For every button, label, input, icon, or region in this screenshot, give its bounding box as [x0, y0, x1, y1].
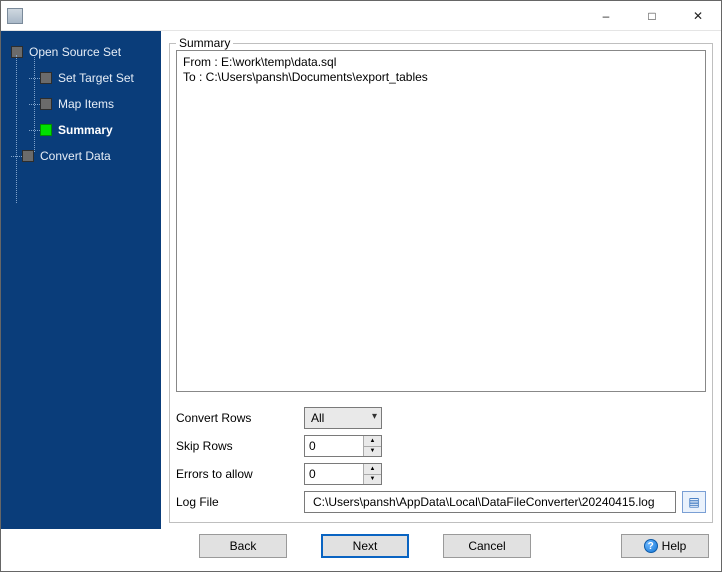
step-bullet-icon — [40, 98, 52, 110]
skip-rows-input[interactable] — [305, 436, 363, 456]
back-button[interactable]: Back — [199, 534, 287, 558]
log-file-label: Log File — [176, 495, 304, 509]
errors-allow-label: Errors to allow — [176, 467, 304, 481]
log-file-input[interactable] — [311, 494, 669, 510]
sidebar-item-map-items[interactable]: Map Items — [1, 91, 161, 117]
stepper-up-icon[interactable]: ▲ — [364, 464, 381, 475]
wizard-footer: Back Next Cancel ? Help — [1, 529, 721, 571]
sidebar-item-label: Set Target Set — [58, 71, 134, 85]
close-button[interactable]: ✕ — [675, 1, 721, 31]
convert-rows-value: All — [311, 411, 324, 425]
wizard-sidebar: Open Source Set Set Target Set Map Items… — [1, 31, 161, 529]
summary-textarea[interactable] — [176, 50, 706, 392]
sidebar-item-label: Open Source Set — [29, 45, 121, 59]
step-bullet-active-icon — [40, 124, 52, 136]
sidebar-item-label: Map Items — [58, 97, 114, 111]
sidebar-item-label: Convert Data — [40, 149, 111, 163]
convert-rows-select[interactable]: All ▾ — [304, 407, 382, 429]
convert-rows-label: Convert Rows — [176, 411, 304, 425]
maximize-button[interactable]: □ — [629, 1, 675, 31]
sidebar-item-open-source-set[interactable]: Open Source Set — [1, 39, 161, 65]
stepper-down-icon[interactable]: ▼ — [364, 475, 381, 485]
step-bullet-icon — [11, 46, 23, 58]
document-icon: ▤ — [688, 495, 699, 509]
summary-groupbox: Summary Convert Rows All ▾ Skip Rows — [169, 43, 713, 523]
log-file-field-wrap — [304, 491, 676, 513]
main-panel: Summary Convert Rows All ▾ Skip Rows — [161, 31, 721, 529]
app-icon — [7, 8, 23, 24]
sidebar-item-set-target-set[interactable]: Set Target Set — [1, 65, 161, 91]
next-button[interactable]: Next — [321, 534, 409, 558]
stepper-down-icon[interactable]: ▼ — [364, 447, 381, 457]
errors-allow-input[interactable] — [305, 464, 363, 484]
sidebar-item-label: Summary — [58, 123, 113, 137]
sidebar-item-convert-data[interactable]: Convert Data — [1, 143, 161, 169]
cancel-button[interactable]: Cancel — [443, 534, 531, 558]
groupbox-title: Summary — [176, 36, 233, 50]
errors-allow-stepper[interactable]: ▲ ▼ — [304, 463, 382, 485]
skip-rows-stepper[interactable]: ▲ ▼ — [304, 435, 382, 457]
app-window: – □ ✕ Open Source Set Set Target Set — [0, 0, 722, 572]
stepper-up-icon[interactable]: ▲ — [364, 436, 381, 447]
title-bar: – □ ✕ — [1, 1, 721, 31]
browse-log-button[interactable]: ▤ — [682, 491, 706, 513]
step-bullet-icon — [40, 72, 52, 84]
sidebar-item-summary[interactable]: Summary — [1, 117, 161, 143]
step-bullet-icon — [22, 150, 34, 162]
help-button[interactable]: ? Help — [621, 534, 709, 558]
options-form: Convert Rows All ▾ Skip Rows ▲ ▼ — [176, 404, 706, 516]
chevron-down-icon: ▾ — [372, 411, 377, 422]
minimize-button[interactable]: – — [583, 1, 629, 31]
help-icon: ? — [644, 539, 658, 553]
skip-rows-label: Skip Rows — [176, 439, 304, 453]
